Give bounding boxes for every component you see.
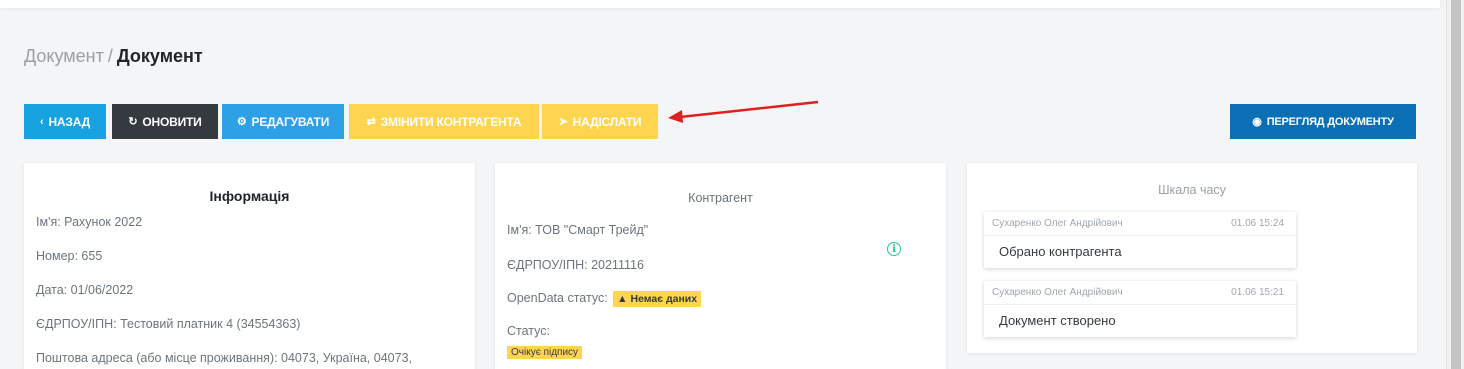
back-button-label: НАЗАД	[48, 114, 90, 129]
status-label: Статус:	[507, 324, 550, 338]
chevron-left-icon: ‹	[40, 115, 44, 128]
contractor-name: Ім'я: ТОВ "Смарт Трейд"	[507, 223, 649, 237]
paper-plane-icon: ➤	[558, 116, 568, 128]
edit-button[interactable]: ⚙ РЕДАГУВАТИ	[222, 104, 344, 139]
change-contractor-button-label: ЗМІНИТИ КОНТРАГЕНТА	[380, 114, 522, 129]
page-title: Документ	[116, 46, 203, 66]
opendata-status-label: OpenData статус:	[507, 291, 608, 305]
status-badge: Очікує підпису	[507, 346, 583, 359]
refresh-icon: ↻	[128, 116, 138, 128]
send-button[interactable]: ➤ НАДІСЛАТИ	[542, 104, 658, 139]
eye-icon: ◉	[1252, 116, 1262, 128]
timeline-event: Сухаренко Олег Андрійович 01.06 15:24 Об…	[984, 212, 1296, 268]
annotation-arrow	[668, 100, 819, 123]
info-card: Інформація Ім'я: Рахунок 2022 Номер: 655…	[24, 163, 475, 369]
timeline-event-text: Документ створено	[999, 313, 1116, 328]
refresh-button-label: ОНОВИТИ	[142, 114, 202, 129]
contractor-card: Контрагент Ім'я: ТОВ "Смарт Трейд" i ЄДР…	[495, 163, 946, 369]
contractor-card-title: Контрагент	[688, 191, 753, 205]
breadcrumb-separator: /	[107, 46, 113, 66]
breadcrumb-parent[interactable]: Документ	[24, 46, 104, 66]
gear-icon: ⚙	[236, 116, 247, 128]
breadcrumb: Документ / Документ	[24, 46, 203, 67]
info-address: Поштова адреса (або місце проживання): 0…	[36, 351, 412, 365]
opendata-status-badge: ▲ Немає даних	[613, 291, 702, 307]
info-edrpou: ЄДРПОУ/ІПН: Тестовий платник 4 (34554363…	[36, 317, 301, 331]
opendata-status: OpenData статус: ▲ Немає даних	[507, 291, 702, 307]
top-header-bar	[0, 0, 1440, 8]
status-badge-wrap: Очікує підпису	[507, 344, 583, 359]
scrollbar[interactable]	[1446, 0, 1464, 369]
timeline-event-time: 01.06 15:21	[1231, 287, 1284, 298]
swap-icon: ⇄	[366, 116, 376, 128]
contractor-edrpou: ЄДРПОУ/ІПН: 20211116	[507, 258, 644, 272]
timeline-event-time: 01.06 15:24	[1231, 218, 1284, 229]
change-contractor-button[interactable]: ⇄ ЗМІНИТИ КОНТРАГЕНТА	[349, 104, 539, 139]
info-circle-icon[interactable]: i	[887, 242, 901, 256]
timeline-card: Шкала часу Сухаренко Олег Андрійович 01.…	[967, 163, 1417, 353]
info-number: Номер: 655	[36, 249, 103, 263]
timeline-event-user: Сухаренко Олег Андрійович	[992, 287, 1123, 298]
edit-button-label: РЕДАГУВАТИ	[251, 114, 330, 129]
info-card-title: Інформація	[209, 188, 290, 204]
refresh-button[interactable]: ↻ ОНОВИТИ	[112, 104, 218, 139]
scrollbar-thumb[interactable]	[1451, 0, 1461, 369]
warning-triangle-icon: ▲	[617, 293, 628, 305]
send-button-label: НАДІСЛАТИ	[572, 114, 642, 129]
timeline-event-user: Сухаренко Олег Андрійович	[992, 218, 1123, 229]
info-date: Дата: 01/06/2022	[36, 283, 134, 297]
view-document-button[interactable]: ◉ ПЕРЕГЛЯД ДОКУМЕНТУ	[1230, 104, 1416, 139]
back-button[interactable]: ‹ НАЗАД	[24, 104, 106, 139]
timeline-event-text: Обрано контрагента	[999, 244, 1122, 259]
timeline-event: Сухаренко Олег Андрійович 01.06 15:21 До…	[984, 281, 1296, 337]
opendata-badge-text: Немає даних	[630, 293, 698, 305]
info-name: Ім'я: Рахунок 2022	[36, 215, 143, 229]
view-document-button-label: ПЕРЕГЛЯД ДОКУМЕНТУ	[1266, 115, 1394, 128]
timeline-card-title: Шкала часу	[1158, 183, 1226, 197]
